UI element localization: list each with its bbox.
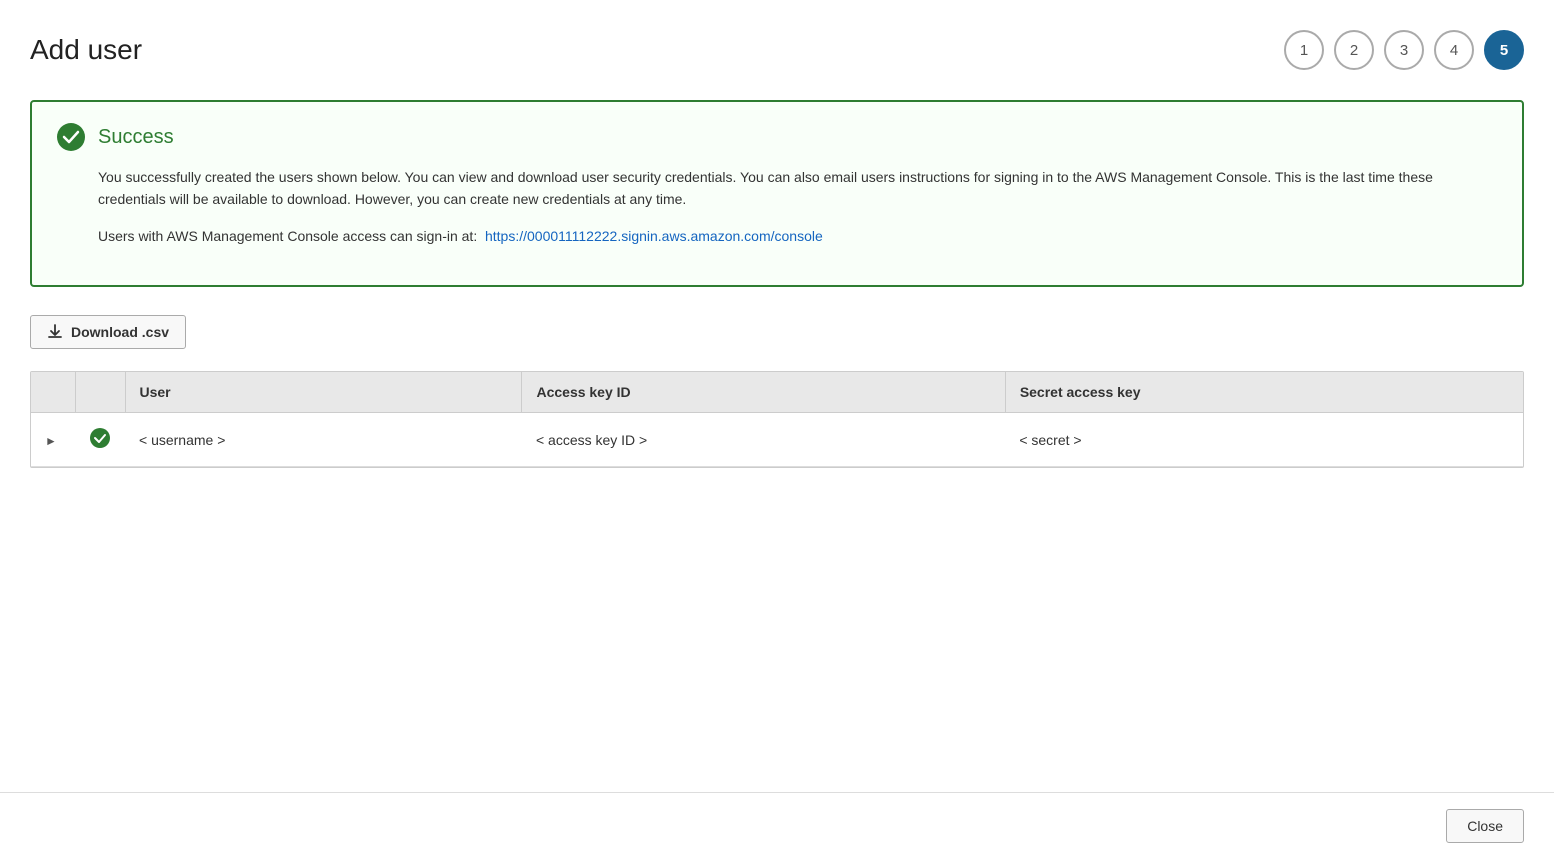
username-value: < username > <box>139 432 225 448</box>
row-username-cell: < username > <box>125 413 522 467</box>
secret-access-key-value: < secret > <box>1019 432 1081 448</box>
steps-container: 1 2 3 4 5 <box>1284 30 1524 70</box>
row-secret-access-key-cell: < secret > <box>1005 413 1523 467</box>
table-container: User Access key ID Secret access key ► <box>30 371 1524 468</box>
download-icon <box>47 324 63 340</box>
step-1: 1 <box>1284 30 1324 70</box>
success-title: Success <box>98 126 174 149</box>
col-expand <box>31 372 75 413</box>
step-2: 2 <box>1334 30 1374 70</box>
success-icon <box>56 122 86 152</box>
step-4: 4 <box>1434 30 1474 70</box>
console-link[interactable]: https://000011112222.signin.aws.amazon.c… <box>485 228 823 244</box>
row-expand-cell[interactable]: ► <box>31 413 75 467</box>
success-body-line2: Users with AWS Management Console access… <box>98 225 1498 247</box>
table-header-row: User Access key ID Secret access key <box>31 372 1523 413</box>
row-success-icon <box>89 427 111 449</box>
close-button[interactable]: Close <box>1446 809 1524 843</box>
col-access-key-id: Access key ID <box>522 372 1005 413</box>
header: Add user 1 2 3 4 5 <box>30 30 1524 70</box>
col-secret-access-key: Secret access key <box>1005 372 1523 413</box>
success-header: Success <box>56 122 1498 152</box>
access-key-id-value: < access key ID > <box>536 432 647 448</box>
step-5: 5 <box>1484 30 1524 70</box>
download-csv-button[interactable]: Download .csv <box>30 315 186 349</box>
page-title: Add user <box>30 34 142 66</box>
success-box: Success You successfully created the use… <box>30 100 1524 287</box>
table-row: ► < username > < access key ID > <box>31 413 1523 467</box>
footer: Close <box>0 792 1554 859</box>
page-container: Add user 1 2 3 4 5 Success You successfu… <box>0 0 1554 859</box>
row-status-cell <box>75 413 125 467</box>
users-table: User Access key ID Secret access key ► <box>31 372 1523 467</box>
step-3: 3 <box>1384 30 1424 70</box>
col-user: User <box>125 372 522 413</box>
row-access-key-id-cell: < access key ID > <box>522 413 1005 467</box>
success-body-line1: You successfully created the users shown… <box>98 166 1498 211</box>
expand-arrow-icon[interactable]: ► <box>45 434 57 448</box>
col-status <box>75 372 125 413</box>
success-body: You successfully created the users shown… <box>98 166 1498 247</box>
